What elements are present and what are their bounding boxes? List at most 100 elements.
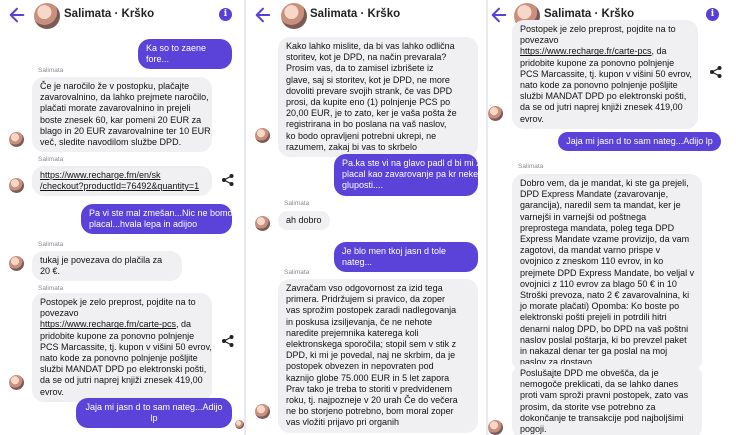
message-line: PCS Marcassite, tj. kupon v višini 50 ev… (40, 341, 212, 352)
message-line: boste znesek 60, kar pomeni 20 EUR za (40, 114, 202, 125)
chat-header: Salimata · Krško i (0, 0, 244, 30)
link-text[interactable]: https://www.recharge.fm/carte-pcs (40, 319, 176, 329)
message-line: pogoji. (520, 424, 547, 435)
message-line: glave, saj si storitev, kot je DPD, ne m… (286, 74, 450, 85)
share-icon[interactable] (221, 173, 235, 187)
info-icon[interactable]: i (706, 8, 719, 21)
outgoing-message: Je blo men tkoj jasn d tole nateg... (334, 242, 478, 273)
share-icon[interactable] (221, 334, 235, 348)
message-line: vas vložiti prijavo pri organih (286, 417, 400, 428)
message-line: evrov. (520, 113, 544, 124)
message-line: prosi, da kupite eno (1) polnjenje PCS p… (286, 97, 451, 108)
sender-name: Salimata (38, 67, 64, 74)
incoming-message: ah dobro (278, 211, 330, 231)
sender-avatar (255, 128, 270, 143)
message-line: Prosim vas, da to zamisel izbrišete iz (286, 63, 434, 74)
message-line: Pa vi ste mal zmešan...Nic ne bomo (89, 208, 233, 218)
message-text: Jaja mi jasn d to sam nateg...Adijo lp (566, 136, 713, 146)
message-line: ovojnico z zneskom 110 evrov, in ko (520, 256, 664, 267)
message-list[interactable]: Postopek je zelo preprost, pojdite na to… (488, 20, 736, 435)
message-line: elektronskega sporočila; stopil sem v st… (286, 339, 457, 350)
message-line: Če je naročilo že v postopku, plačajte (40, 81, 190, 91)
incoming-message: Če je naročilo že v postopku, plačajte z… (32, 77, 212, 153)
sender-name: Salimata (38, 285, 64, 292)
sender-name: Salimata (518, 163, 544, 170)
message-line: službi MANDAT DPD po elektronski pošti, (40, 364, 207, 375)
sender-avatar (255, 404, 270, 419)
incoming-message: Dobro vem, da je mandat, ki ste ga preje… (512, 174, 702, 373)
message-line: placal...hvala lepa in adijoo (89, 219, 198, 230)
contact-avatar[interactable] (281, 3, 307, 29)
message-line: Prav tako je treba to storiti v predvide… (286, 383, 453, 394)
contact-name[interactable]: Salimata · Krško (544, 8, 634, 20)
message-line: naslov poslal poštarja, ki bo prevzel pa… (520, 334, 687, 345)
outgoing-message: Jaja mi jasn d to sam nateg...Adijo lp (76, 398, 232, 429)
message-line: povezavo (40, 308, 79, 319)
message-line: varnejši in varnejši od poštnega (520, 211, 647, 222)
sender-name: Salimata (38, 241, 64, 248)
message-line: 20,00 EUR, je to zato, ker je vaša pošta… (286, 108, 457, 119)
sender-avatar (488, 420, 503, 435)
message-line: prejmete DPD Express Mandate, bo veljal … (520, 267, 695, 278)
back-arrow-icon[interactable] (490, 6, 508, 24)
message-line: storitev, kot je DPD, na način prevarala… (286, 52, 447, 63)
message-line: ne bo storjeno potrebno, bom moral zoper (286, 406, 454, 417)
message-line: jo morate plačati) Opomba: Ko boste po (520, 301, 680, 312)
sender-avatar (9, 132, 24, 147)
chat-panel-3: Salimata · Krško i Postopek je zelo prep… (488, 0, 736, 435)
message-line: nato kode za ponovno polnjenje pošljite (40, 353, 198, 364)
message-line: proti vam sproži pravni postopek, zato v… (520, 390, 689, 401)
contact-name[interactable]: Salimata · Krško (310, 8, 400, 20)
chat-header: Salimata · Krško (246, 0, 486, 30)
message-text: Jaja mi jasn d to sam nateg...Adijo lp (85, 402, 223, 424)
contact-name[interactable]: Salimata · Krško (64, 8, 154, 20)
link-text[interactable]: /checkout?productId=76492&quantity=1 (40, 181, 204, 192)
message-line: zavarovalnino, da lahko prejmete naročil… (40, 92, 209, 103)
message-list[interactable]: Ka so to zaene fore... Salimata Če je na… (0, 30, 244, 435)
message-line: da se od jutri naprej knjiži znesek 419,… (520, 102, 683, 113)
info-icon[interactable]: i (219, 8, 232, 21)
incoming-message: Poslušajte DPD me obvešča, da je nemogoč… (512, 364, 702, 435)
message-line: razumem, zakaj bi vas to skrbelo (286, 141, 418, 152)
message-line: blago in 20 EUR zavarovalnine ter 10 EUR (40, 125, 211, 136)
message-line: Poslušajte DPD me obvešča, da je (520, 368, 659, 378)
outgoing-message: Jaja mi jasn d to sam nateg...Adijo lp (558, 132, 721, 152)
back-arrow-icon[interactable] (8, 6, 26, 24)
message-line: Kako lahko mislite, da bi vas lahko odli… (286, 41, 455, 51)
sender-name: Salimata (284, 269, 310, 276)
sender-name: Salimata (284, 200, 310, 207)
outgoing-message: Pa vi ste mal zmešan...Nic ne bomo placa… (81, 204, 233, 235)
message-line: gluposti.... (342, 180, 384, 191)
message-line: ko bodo opravljeni potrebni ukrepi, ne (286, 130, 437, 141)
message-list[interactable]: Kako lahko mislite, da bi vas lahko odli… (246, 30, 486, 435)
message-line: dovoliti prevare svojih strank, če vas D… (286, 85, 453, 96)
message-line: ovojnici z 110 evrov za blago 50 € in 10 (520, 278, 677, 289)
back-arrow-icon[interactable] (254, 6, 272, 24)
link-message[interactable]: https://www.recharge.fm/en/sk /checkout?… (32, 166, 212, 197)
link-text[interactable]: https://www.recharge.fm/en/sk (40, 170, 204, 181)
contact-avatar[interactable] (34, 3, 60, 29)
message-line: PCS Marcassite, tj. kupon v višini 50 ev… (520, 68, 692, 79)
chat-panel-2: Salimata · Krško Kako lahko mislite, da … (246, 0, 486, 435)
message-line: in nakazal denar ter ga poslal na moj (520, 346, 668, 357)
incoming-message: Postopek je zelo preprost, pojdite na to… (32, 293, 212, 402)
message-line: DPD, ki mi je povedal, naj ne skrbim, da… (286, 350, 456, 361)
message-line: primera. Pridržujem si pravico, da zoper (286, 294, 446, 305)
share-icon[interactable] (709, 65, 723, 79)
incoming-message: Zavračam vso odgovornost za izid tega pr… (278, 279, 478, 433)
message-text: ah dobro (286, 215, 322, 225)
message-line: zagotovi, da mandat varno prispe v (520, 245, 661, 256)
message-text: tukaj je povezava do plačila za 20 €. (40, 255, 163, 277)
message-line: pridobite kupone za ponovno polnjenje (40, 330, 195, 341)
message-text: , da (651, 46, 667, 57)
message-line: evrov. (40, 386, 64, 397)
sender-avatar (9, 178, 24, 193)
message-line: Stroški prevoza, nato 2 € zavarovalnina,… (520, 290, 690, 301)
message-line: in poskusa izsiljevanja, če ne nehote (286, 316, 433, 327)
outgoing-message: Pa.ka ste vi na glavo padl d bi mi zj pl… (334, 154, 483, 196)
incoming-message: Postopek je zelo preprost, pojdite na to… (512, 20, 698, 129)
sender-avatar (488, 106, 503, 121)
link-text[interactable]: https://www.recharge.fr/carte-pcs (520, 46, 652, 56)
message-line: Express Mandate vzame provizijo, da vam (520, 234, 690, 245)
message-line: Pa.ka ste vi na glavo padl d bi mi zj (342, 158, 483, 168)
